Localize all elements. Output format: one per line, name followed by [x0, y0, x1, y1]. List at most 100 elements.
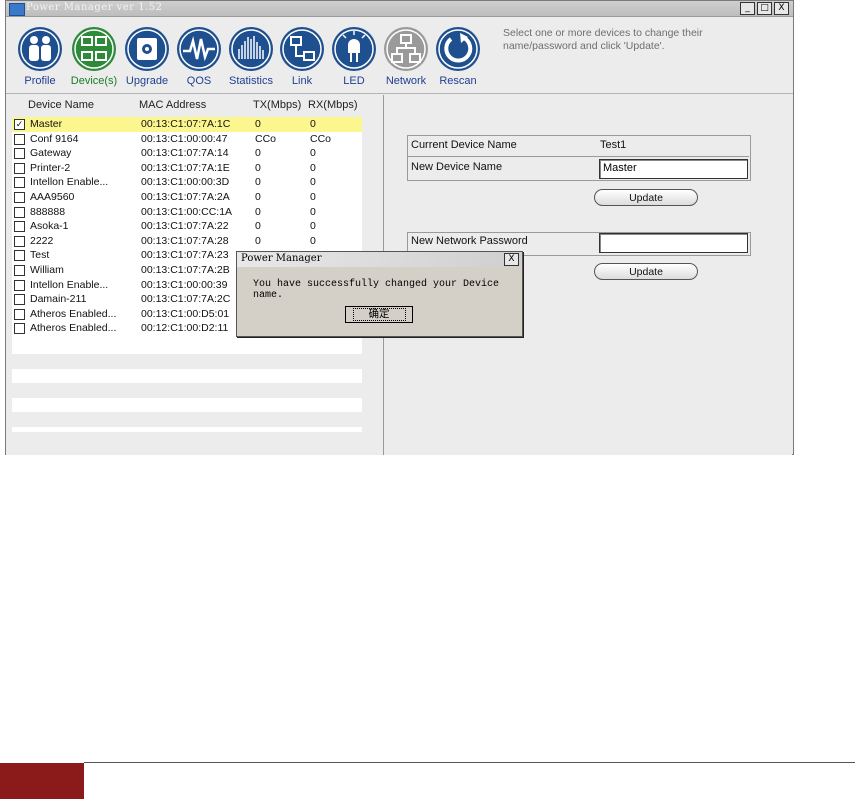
empty-row [12, 412, 362, 427]
mac-address-cell: 00:13:C1:07:7A:2A [141, 190, 230, 203]
mac-address-cell: 00:13:C1:00:00:47 [141, 132, 228, 145]
led-icon [332, 27, 376, 71]
mac-address-cell: 00:13:C1:00:00:3D [141, 176, 230, 189]
devices-icon [72, 27, 116, 71]
col-header-mac-address[interactable]: MAC Address [139, 99, 206, 111]
led-button[interactable]: LED [324, 25, 384, 87]
device-name-cell: Master [30, 118, 63, 130]
close-button[interactable]: X [774, 2, 789, 15]
tx-cell: 0 [255, 147, 261, 160]
device-name-cell: Conf 9164 [30, 132, 79, 145]
current-device-name-label: Current Device Name [411, 139, 517, 151]
table-row[interactable]: Conf 9164 00:13:C1:00:00:47 CCo CCo [12, 132, 362, 147]
new-network-password-input[interactable] [599, 233, 748, 253]
rx-cell: 0 [310, 234, 316, 247]
row-checkbox[interactable] [14, 323, 25, 335]
row-checkbox[interactable] [14, 162, 25, 174]
row-checkbox[interactable] [14, 148, 25, 160]
device-name-cell: Gateway [30, 147, 72, 160]
mac-address-cell: 00:13:C1:07:7A:2C [141, 293, 231, 306]
rescan-button[interactable]: Rescan [428, 25, 488, 87]
dialog-ok-button[interactable]: 确定 [345, 306, 413, 323]
power-manager-window: Power Manager ver 1.52 _ □ X Profile Dev… [5, 0, 794, 455]
title-bar[interactable]: Power Manager ver 1.52 _ □ X [6, 1, 793, 17]
tx-cell: 0 [255, 118, 261, 130]
devices-label: Device(s) [70, 75, 118, 87]
mac-address-cell: 00:13:C1:00:D5:01 [141, 307, 230, 320]
empty-row [12, 383, 362, 398]
row-checkbox[interactable] [14, 221, 25, 233]
dialog-close-button[interactable]: X [504, 253, 519, 266]
upgrade-button[interactable]: Upgrade [117, 25, 177, 87]
device-name-cell: Damain-211 [30, 293, 87, 306]
mac-address-cell: 00:13:C1:07:7A:2B [141, 263, 230, 276]
upgrade-label: Upgrade [125, 75, 169, 87]
qos-button[interactable]: QOS [169, 25, 229, 87]
dialog-title-bar[interactable]: Power Manager X [237, 252, 522, 267]
tx-cell: 0 [255, 234, 261, 247]
statistics-icon [229, 27, 273, 71]
profile-button[interactable]: Profile [10, 25, 70, 87]
row-checkbox[interactable] [14, 191, 25, 203]
col-header-device-name[interactable]: Device Name [28, 99, 94, 111]
col-header-tx[interactable]: TX(Mbps) [253, 99, 301, 111]
device-name-cell: 2222 [30, 234, 54, 247]
minimize-button[interactable]: _ [740, 2, 755, 15]
row-checkbox[interactable] [14, 264, 25, 276]
table-row[interactable]: 2222 00:13:C1:07:7A:28 0 0 [12, 234, 362, 249]
rescan-label: Rescan [439, 75, 477, 87]
mac-address-cell: 00:12:C1:00:D2:11 [141, 322, 229, 335]
new-network-password-label: New Network Password [411, 235, 528, 247]
table-row[interactable]: Gateway 00:13:C1:07:7A:14 0 0 [12, 146, 362, 161]
rx-cell: 0 [310, 118, 316, 130]
tx-cell: 0 [255, 190, 261, 203]
dialog-message: You have successfully changed your Devic… [253, 279, 500, 301]
mac-address-cell: 00:13:C1:07:7A:14 [141, 147, 229, 160]
row-checkbox[interactable] [14, 133, 25, 145]
row-checkbox[interactable] [14, 177, 25, 189]
new-device-name-input[interactable]: Master [599, 159, 748, 179]
success-dialog: Power Manager X You have successfully ch… [236, 251, 523, 337]
device-name-cell: AAA9560 [30, 190, 75, 203]
row-checkbox[interactable] [14, 206, 25, 218]
table-row[interactable]: Asoka-1 00:13:C1:07:7A:22 0 0 [12, 219, 362, 234]
mac-address-cell: 00:13:C1:00:00:39 [141, 278, 228, 291]
empty-row [12, 354, 362, 369]
device-name-divider [407, 156, 749, 157]
row-checkbox[interactable]: ✓ [14, 119, 25, 130]
devices-button[interactable]: Device(s) [64, 25, 124, 87]
row-checkbox[interactable] [14, 294, 25, 306]
maximize-button[interactable]: □ [757, 2, 772, 15]
row-checkbox[interactable] [14, 308, 25, 320]
mac-address-cell: 00:13:C1:07:7A:1E [141, 161, 230, 174]
update-password-button[interactable]: Update [594, 263, 698, 280]
rx-cell: 0 [310, 205, 316, 218]
profile-icon [18, 27, 62, 71]
instruction-text: Select one or more devices to change the… [503, 27, 703, 52]
app-icon [9, 3, 25, 16]
toolbar-divider [6, 93, 793, 94]
profile-label: Profile [24, 75, 56, 87]
rx-cell: CCo [310, 132, 332, 145]
rescan-icon [436, 27, 480, 71]
table-row[interactable]: Intellon Enable... 00:13:C1:00:00:3D 0 0 [12, 175, 362, 190]
update-name-button[interactable]: Update [594, 189, 698, 206]
table-row[interactable]: ✓ Master 00:13:C1:07:7A:1C 0 0 [12, 117, 362, 132]
upgrade-icon [125, 27, 169, 71]
footer-accent-block [0, 763, 84, 799]
mac-address-cell: 00:13:C1:07:7A:23 [141, 249, 229, 262]
row-checkbox[interactable] [14, 250, 25, 262]
mac-address-cell: 00:13:C1:07:7A:22 [141, 220, 229, 233]
table-row[interactable]: AAA9560 00:13:C1:07:7A:2A 0 0 [12, 190, 362, 205]
mac-address-cell: 00:13:C1:07:7A:1C [141, 118, 231, 130]
network-button[interactable]: Network [376, 25, 436, 87]
row-checkbox[interactable] [14, 279, 25, 291]
row-checkbox[interactable] [14, 235, 25, 247]
qos-icon [177, 27, 221, 71]
table-row[interactable]: 888888 00:13:C1:00:CC:1A 0 0 [12, 205, 362, 220]
qos-label: QOS [186, 75, 212, 87]
table-row[interactable]: Printer-2 00:13:C1:07:7A:1E 0 0 [12, 161, 362, 176]
link-label: Link [291, 75, 313, 87]
col-header-rx[interactable]: RX(Mbps) [308, 99, 358, 111]
link-button[interactable]: Link [272, 25, 332, 87]
